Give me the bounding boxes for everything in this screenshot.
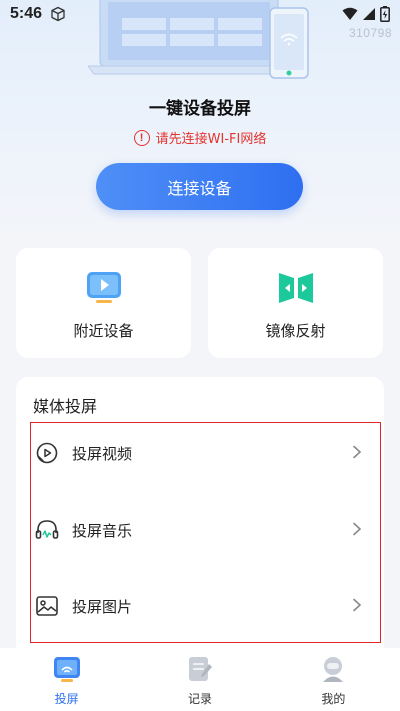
tab-cast[interactable]: 投屏 bbox=[0, 648, 133, 711]
watermark: 310798 bbox=[348, 26, 392, 40]
monitor-play-icon bbox=[86, 272, 121, 303]
wifi-warning: ! 请先连接WI-FI网络 bbox=[0, 128, 400, 147]
alert-icon: ! bbox=[133, 129, 150, 146]
mirror-card[interactable]: 镜像反射 bbox=[208, 248, 383, 358]
chevron-right-icon bbox=[353, 598, 362, 612]
mirror-label: 镜像反射 bbox=[265, 322, 326, 340]
nearby-devices-card[interactable]: 附近设备 bbox=[16, 248, 191, 358]
cast-music-item[interactable]: 投屏音乐 bbox=[31, 500, 380, 560]
chevron-right-icon bbox=[353, 522, 362, 536]
bottom-tab-bar: 投屏 记录 我的 bbox=[0, 648, 400, 711]
tab-history-label: 记录 bbox=[187, 692, 212, 706]
tab-cast-label: 投屏 bbox=[54, 692, 79, 706]
wifi-signal-icon bbox=[342, 7, 358, 20]
status-time: 5:46 bbox=[10, 5, 43, 22]
history-icon bbox=[188, 657, 212, 681]
cast-illustration bbox=[88, 0, 309, 79]
cast-video-label: 投屏视频 bbox=[72, 444, 133, 463]
status-icons bbox=[342, 6, 390, 22]
tab-profile-label: 我的 bbox=[321, 692, 346, 706]
image-icon bbox=[36, 596, 58, 616]
mirror-icon bbox=[278, 273, 313, 303]
cast-image-item[interactable]: 投屏图片 bbox=[31, 576, 380, 636]
media-cast-section: 媒体投屏 投屏视频 投屏音乐 投屏图片 bbox=[16, 377, 384, 657]
nearby-devices-label: 附近设备 bbox=[73, 322, 134, 340]
media-section-title: 媒体投屏 bbox=[33, 397, 98, 416]
page-title: 一键设备投屏 bbox=[149, 99, 251, 119]
profile-icon bbox=[323, 657, 344, 682]
chevron-right-icon bbox=[353, 445, 362, 459]
wifi-warning-text: 请先连接WI-FI网络 bbox=[155, 132, 267, 147]
tab-profile[interactable]: 我的 bbox=[267, 648, 400, 711]
cell-signal-icon bbox=[363, 8, 375, 20]
tab-history[interactable]: 记录 bbox=[133, 648, 266, 711]
connect-device-button[interactable]: 连接设备 bbox=[96, 163, 303, 210]
cast-image-label: 投屏图片 bbox=[72, 597, 133, 616]
battery-icon bbox=[380, 6, 390, 22]
headphones-icon bbox=[35, 520, 59, 539]
media-list: 投屏视频 投屏音乐 投屏图片 bbox=[30, 422, 381, 643]
cast-video-item[interactable]: 投屏视频 bbox=[31, 423, 380, 483]
cast-icon bbox=[53, 657, 80, 682]
cast-music-label: 投屏音乐 bbox=[72, 521, 133, 540]
video-play-icon bbox=[36, 442, 58, 464]
cube-icon bbox=[51, 6, 65, 22]
